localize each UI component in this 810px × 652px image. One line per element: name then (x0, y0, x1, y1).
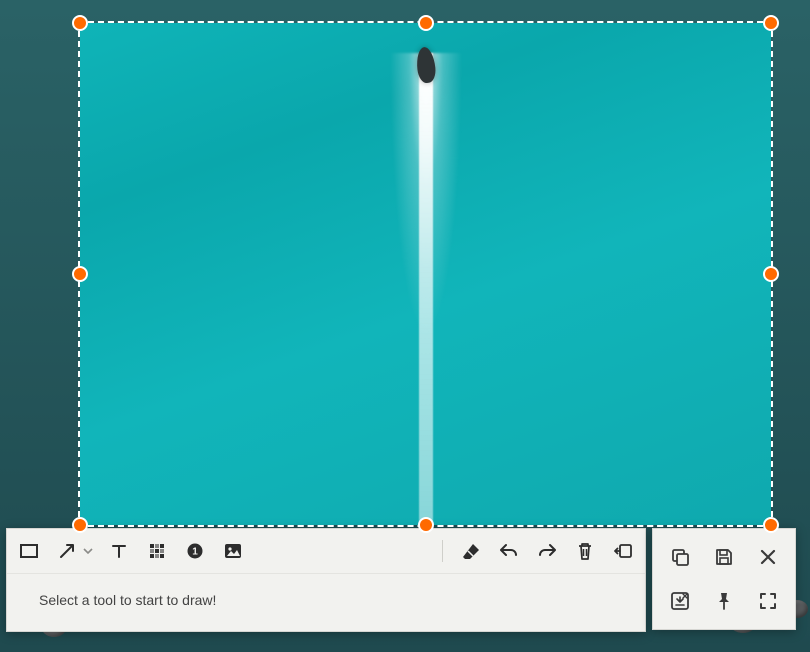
captured-image (80, 23, 771, 525)
resize-handle-right[interactable] (763, 266, 779, 282)
copy-icon (670, 547, 690, 567)
copy-button[interactable] (665, 542, 695, 572)
delete-button[interactable] (571, 537, 599, 565)
undo-icon (500, 543, 518, 559)
revert-icon (614, 543, 632, 559)
rectangle-tool[interactable] (15, 537, 43, 565)
arrow-icon (58, 542, 76, 560)
pin-icon (715, 591, 733, 611)
text-icon (111, 543, 127, 559)
abort-icon (670, 591, 690, 611)
actions-panel (652, 528, 796, 630)
boat (415, 46, 437, 84)
eraser-icon (462, 543, 480, 559)
arrow-tool[interactable] (53, 537, 81, 565)
pin-button[interactable] (709, 586, 739, 616)
text-tool[interactable] (105, 537, 133, 565)
redo-button[interactable] (533, 537, 561, 565)
resize-handle-left[interactable] (72, 266, 88, 282)
fullscreen-icon (758, 591, 778, 611)
image-icon (224, 543, 242, 559)
eraser-tool[interactable] (457, 537, 485, 565)
chevron-down-icon (83, 546, 93, 556)
counter-icon: 1 (186, 542, 204, 560)
selection-rectangle[interactable] (78, 21, 773, 527)
status-bar: Select a tool to start to draw! (7, 573, 645, 631)
save-button[interactable] (709, 542, 739, 572)
redo-icon (538, 543, 556, 559)
pixelate-icon (149, 543, 165, 559)
abort-button[interactable] (665, 586, 695, 616)
fullscreen-button[interactable] (753, 586, 783, 616)
resize-handle-bottom-right[interactable] (763, 517, 779, 533)
revert-button[interactable] (609, 537, 637, 565)
resize-handle-top[interactable] (418, 15, 434, 31)
status-text: Select a tool to start to draw! (39, 592, 216, 608)
arrow-tool-dropdown[interactable] (81, 546, 95, 556)
boat-wake (425, 53, 427, 525)
counter-tool[interactable]: 1 (181, 537, 209, 565)
save-icon (714, 547, 734, 567)
toolbar-separator (442, 540, 443, 562)
trash-icon (577, 542, 593, 560)
pixelate-tool[interactable] (143, 537, 171, 565)
resize-handle-bottom-left[interactable] (72, 517, 88, 533)
svg-text:1: 1 (192, 547, 198, 558)
resize-handle-top-left[interactable] (72, 15, 88, 31)
undo-button[interactable] (495, 537, 523, 565)
resize-handle-bottom[interactable] (418, 517, 434, 533)
annotation-toolbar: 1 Select a tool to star (6, 528, 646, 632)
close-icon (759, 548, 777, 566)
resize-handle-top-right[interactable] (763, 15, 779, 31)
image-tool[interactable] (219, 537, 247, 565)
close-button[interactable] (753, 542, 783, 572)
rectangle-icon (20, 544, 38, 558)
